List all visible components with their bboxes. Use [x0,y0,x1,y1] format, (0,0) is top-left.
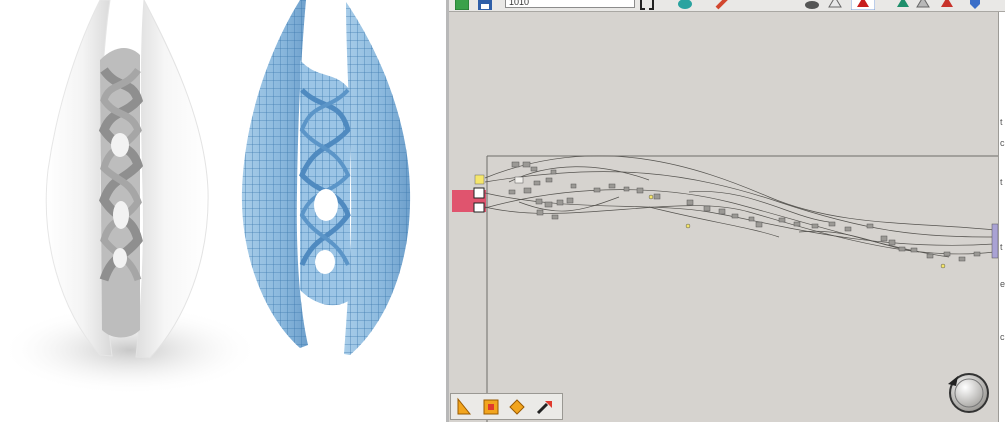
bake-icon[interactable] [939,0,955,10]
new-document-icon[interactable] [455,0,469,10]
white-shaded-shell-model [45,0,209,359]
rhino-render-viewport[interactable] [0,0,446,422]
component-wires [484,155,995,258]
selected-preview-icon[interactable] [895,0,911,10]
zoom-navigator-icon[interactable] [944,370,990,416]
group-tool-icon[interactable] [481,397,501,417]
render-scene [0,0,411,395]
side-panel-edge: t c t t e c [998,12,1005,422]
brush-icon[interactable] [715,0,731,10]
grasshopper-editor: 1010 t c t t e c [449,0,1005,422]
grasshopper-canvas[interactable] [449,12,999,422]
material-icon[interactable] [915,0,931,10]
blue-wireframe-shell-model [241,0,411,355]
scribble-tool-icon[interactable] [535,397,555,417]
preview-wire-icon[interactable] [827,0,843,10]
shield-icon[interactable] [967,0,983,10]
sketch-icon[interactable] [677,0,693,10]
preview-off-icon[interactable] [804,0,820,10]
edge-letter: t [1000,242,1003,252]
edge-letter: t [1000,177,1003,187]
preview-shaded-icon[interactable] [851,0,875,10]
sketch-tool-icon[interactable] [455,397,475,417]
canvas-tool-palette [450,393,563,420]
canvas-toolbar: 1010 [449,0,1005,12]
edge-letter: t [1000,117,1003,127]
zoom-extents-icon[interactable] [640,0,654,10]
input-parameter-group[interactable] [452,174,486,213]
cluster-tool-icon[interactable] [507,397,527,417]
edge-letter: e [1000,279,1005,289]
document-name-field[interactable]: 1010 [505,0,635,8]
save-icon[interactable] [477,0,493,10]
edge-letter: c [1000,332,1005,342]
edge-letter: c [1000,138,1005,148]
